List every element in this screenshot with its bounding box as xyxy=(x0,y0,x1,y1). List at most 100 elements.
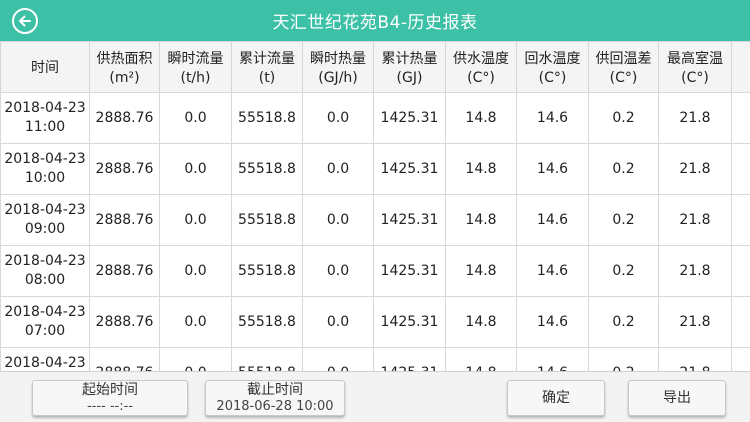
export-button[interactable]: 导出 xyxy=(628,380,726,416)
column-header-name: 瞬时流量 xyxy=(167,50,224,67)
table-cell: 2888.76 xyxy=(89,245,160,297)
table-cell: 14.8 xyxy=(445,92,517,144)
table-cell: 0.0 xyxy=(302,143,374,195)
table-cell: 1425.31 xyxy=(373,245,446,297)
time-cell: 2018-04-23 10:00 xyxy=(0,143,90,195)
table-row[interactable]: 2018-04-2306:002888.760.055518.80.01425.… xyxy=(0,347,750,371)
page-title: 天汇世纪花苑B4-历史报表 xyxy=(272,13,478,33)
table-cell xyxy=(731,347,750,371)
row-date: 2018-04-23 xyxy=(4,355,86,371)
row-time: 09:00 xyxy=(24,221,66,237)
end-time-label: 截止时间 xyxy=(247,382,303,398)
header-bar: 天汇世纪花苑B4-历史报表 xyxy=(0,0,750,41)
column-header-unit: (C°) xyxy=(609,69,638,86)
row-time: 07:00 xyxy=(24,323,66,339)
table-cell xyxy=(731,194,750,246)
time-cell: 2018-04-23 11:00 xyxy=(0,92,90,144)
time-cell: 2018-04-2306:00 xyxy=(0,347,90,371)
confirm-button[interactable]: 确定 xyxy=(507,380,605,416)
table-cell: 2888.76 xyxy=(89,347,160,371)
table-cell: 0.0 xyxy=(159,194,232,246)
column-header-unit: (GJ) xyxy=(396,69,423,86)
table-cell: 0.2 xyxy=(588,194,659,246)
table-cell: 2888.76 xyxy=(89,194,160,246)
confirm-label: 确定 xyxy=(542,389,570,406)
column-header: 累计热量 (GJ) xyxy=(373,41,446,93)
row-time: 08:00 xyxy=(24,272,66,288)
table-cell: 0.0 xyxy=(159,347,232,371)
table-cell: 0.2 xyxy=(588,245,659,297)
row-time: 11:00 xyxy=(24,119,66,135)
column-header: 供回温差 (C°) xyxy=(588,41,659,93)
row-time: 10:00 xyxy=(24,170,66,186)
table-cell: 1425.31 xyxy=(373,194,446,246)
column-header-name: 最 xyxy=(733,59,750,78)
table-cell: 0.2 xyxy=(588,347,659,371)
history-table-container[interactable]: 时间 供热面积 (m²) 瞬时流量 (t/h) 累计流量 (t) 瞬时热量 (GJ/h) 累计热量… xyxy=(0,41,750,371)
column-header: 供热面积 (m²) xyxy=(89,41,160,93)
table-row[interactable]: 2018-04-23 10:00 2888.76 0.0 55518.8 0.0 1425.… xyxy=(0,143,750,195)
table-cell: 0.0 xyxy=(159,245,232,297)
table-cell: 2888.76 xyxy=(89,296,160,348)
table-cell: 14.6 xyxy=(516,245,589,297)
table-cell: 21.8 xyxy=(658,296,732,348)
end-time-button[interactable]: 截止时间 2018-06-28 10:00 xyxy=(205,380,345,416)
table-cell: 0.0 xyxy=(302,245,374,297)
table-cell xyxy=(731,245,750,297)
history-table: 时间 供热面积 (m²) 瞬时流量 (t/h) 累计流量 (t) 瞬时热量 (GJ/h) 累计热量… xyxy=(0,41,750,371)
table-cell: 2888.76 xyxy=(89,92,160,144)
table-cell: 1425.31 xyxy=(373,143,446,195)
column-header-name: 供水温度 xyxy=(453,50,509,67)
table-cell: 55518.8 xyxy=(231,245,303,297)
table-row[interactable]: 2018-04-23 11:00 2888.76 0.0 55518.8 0.0 1425.… xyxy=(0,92,750,144)
table-cell: 1425.31 xyxy=(373,92,446,144)
column-header: 回水温度 (C°) xyxy=(516,41,589,93)
table-cell: 21.8 xyxy=(658,347,732,371)
column-header-name: 回水温度 xyxy=(524,50,581,67)
table-cell: 21.8 xyxy=(658,143,732,195)
row-date: 2018-04-23 xyxy=(4,202,86,218)
table-cell: 55518.8 xyxy=(231,194,303,246)
table-cell: 14.6 xyxy=(516,143,589,195)
table-cell: 14.8 xyxy=(445,347,517,371)
table-header-row: 时间 供热面积 (m²) 瞬时流量 (t/h) 累计流量 (t) 瞬时热量 (GJ/h) 累计热量… xyxy=(0,41,750,93)
table-cell: 0.0 xyxy=(159,143,232,195)
table-cell: 21.8 xyxy=(658,92,732,144)
table-cell: 0.0 xyxy=(302,347,374,371)
table-cell: 55518.8 xyxy=(231,347,303,371)
table-cell xyxy=(731,296,750,348)
bottom-toolbar: 起始时间 ---- --:-- 截止时间 2018-06-28 10:00 确定… xyxy=(0,371,750,422)
column-header-name: 累计热量 xyxy=(381,50,438,67)
table-cell: 14.6 xyxy=(516,296,589,348)
table-cell: 55518.8 xyxy=(231,92,303,144)
back-arrow-glyph xyxy=(19,15,31,27)
row-date: 2018-04-23 xyxy=(4,151,86,167)
column-header: 瞬时流量 (t/h) xyxy=(159,41,232,93)
table-cell: 55518.8 xyxy=(231,143,303,195)
column-header-name: 时间 xyxy=(31,60,59,76)
column-header-unit: (GJ/h) xyxy=(318,69,358,86)
row-date: 2018-04-23 xyxy=(4,253,86,269)
time-cell: 2018-04-23 07:00 xyxy=(0,296,90,348)
table-cell xyxy=(731,143,750,195)
table-cell: 14.8 xyxy=(445,143,517,195)
table-cell: 55518.8 xyxy=(231,296,303,348)
column-header-unit: (C°) xyxy=(467,69,495,86)
column-header-unit: (t) xyxy=(258,69,276,86)
table-cell: 0.0 xyxy=(159,296,232,348)
start-time-button[interactable]: 起始时间 ---- --:-- xyxy=(32,380,188,416)
table-cell: 21.8 xyxy=(658,245,732,297)
table-row[interactable]: 2018-04-23 08:00 2888.76 0.0 55518.8 0.0 1425.… xyxy=(0,245,750,297)
column-header-unit: (C°) xyxy=(538,69,567,86)
table-cell: 2888.76 xyxy=(89,143,160,195)
column-header-unit: (t/h) xyxy=(180,69,211,86)
start-time-label: 起始时间 xyxy=(82,382,138,398)
table-cell: 0.2 xyxy=(588,143,659,195)
table-cell: 0.0 xyxy=(302,194,374,246)
back-arrow-icon[interactable] xyxy=(12,8,38,34)
column-header-name: 最高室温 xyxy=(667,50,723,67)
table-cell: 1425.31 xyxy=(373,296,446,348)
column-header: 供水温度 (C°) xyxy=(445,41,517,93)
table-row[interactable]: 2018-04-23 09:00 2888.76 0.0 55518.8 0.0 1425.… xyxy=(0,194,750,246)
table-row[interactable]: 2018-04-23 07:00 2888.76 0.0 55518.8 0.0 1425.… xyxy=(0,296,750,348)
